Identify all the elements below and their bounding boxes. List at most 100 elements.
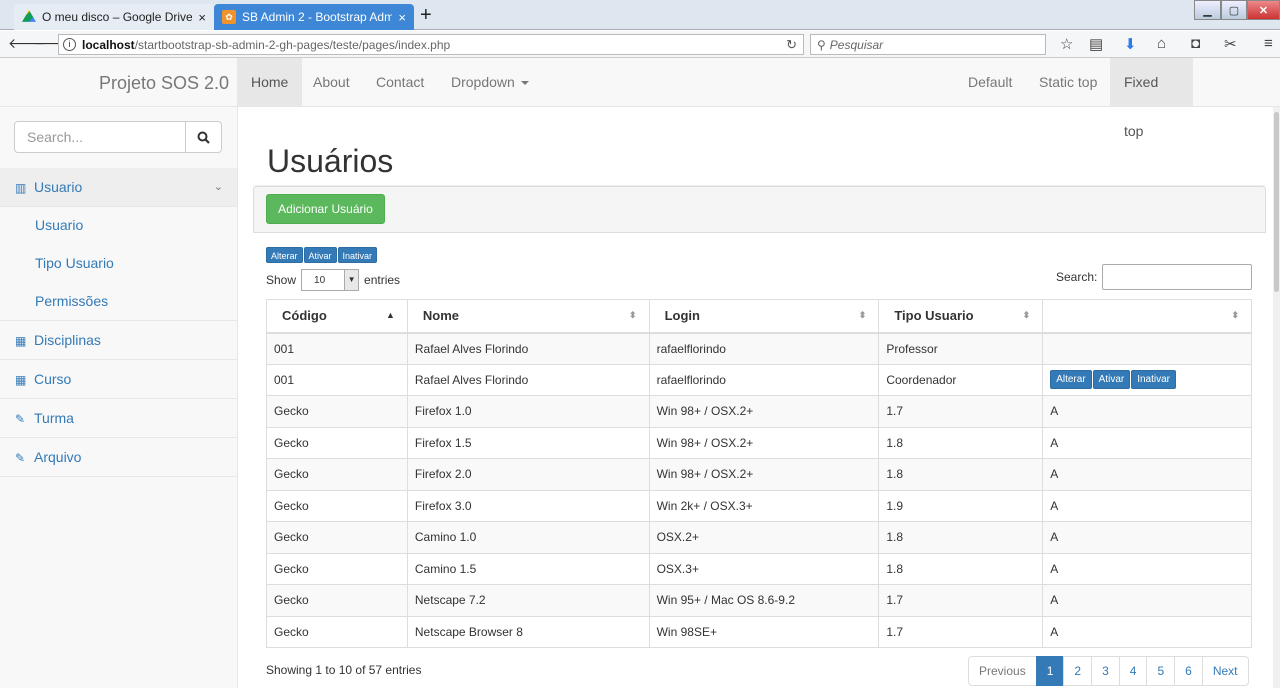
sidebar-item-disciplinas[interactable]: ▦ Disciplinas: [0, 321, 237, 360]
column-header-actions[interactable]: ⬍: [1042, 299, 1252, 334]
extension-icon[interactable]: ✂: [1224, 35, 1237, 53]
table-row[interactable]: Gecko Firefox 2.0 Win 98+ / OSX.2+ 1.8 A: [266, 458, 1252, 491]
table-cell: 1.8: [878, 552, 1044, 585]
table-cell: rafaelflorindo: [648, 332, 880, 365]
sidebar-item-label: Usuario: [34, 179, 83, 195]
menu-icon[interactable]: ≡: [1264, 35, 1273, 52]
table-cell: A: [1042, 521, 1252, 554]
edit-icon: ✎: [15, 412, 26, 426]
sidebar-item-label: Curso: [34, 371, 72, 387]
table-cell: A: [1042, 552, 1252, 585]
sidebar-search-input[interactable]: Search...: [14, 121, 186, 153]
brand[interactable]: Projeto SOS 2.0: [99, 73, 229, 94]
sidebar-subitem-tipo-usuario[interactable]: Tipo Usuario: [0, 244, 237, 283]
entries-length-control: Show 10 ▼ entries: [266, 269, 400, 291]
table-cell: Win 2k+ / OSX.3+: [648, 489, 880, 522]
ativar-row-button[interactable]: Ativar: [1092, 370, 1131, 390]
sidebar-subitem-permissoes[interactable]: Permissões: [0, 282, 237, 321]
table-cell: rafaelflorindo: [648, 363, 880, 396]
table-row[interactable]: Gecko Camino 1.5 OSX.3+ 1.8 A: [266, 552, 1252, 585]
table-row[interactable]: Gecko Netscape 7.2 Win 95+ / Mac OS 8.6-9.…: [266, 584, 1252, 617]
search-icon: [197, 131, 210, 144]
new-tab-button[interactable]: +: [420, 4, 432, 26]
table-row[interactable]: 001 Rafael Alves Florindo rafaelflorindo Pr…: [266, 332, 1252, 365]
sidebar-item-usuario[interactable]: ▥ Usuario ⌄: [0, 168, 237, 207]
home-icon[interactable]: ⌂: [1157, 35, 1166, 52]
alterar-button[interactable]: Alterar: [266, 247, 303, 263]
close-window-button[interactable]: ✕: [1247, 0, 1280, 20]
reading-list-icon[interactable]: ▤: [1089, 35, 1103, 53]
page-button[interactable]: 3: [1091, 656, 1120, 686]
close-tab-icon[interactable]: ×: [398, 10, 406, 25]
sidebar-item-turma[interactable]: ✎ Turma: [0, 399, 237, 438]
maximize-button[interactable]: ▢: [1221, 0, 1247, 20]
download-icon[interactable]: ⬇: [1124, 35, 1137, 53]
table-cell: Netscape Browser 8: [406, 615, 650, 648]
tab-google-drive[interactable]: O meu disco – Google Drive ×: [14, 4, 214, 30]
reload-icon[interactable]: ↻: [786, 37, 797, 53]
sidebar-item-arquivo[interactable]: ✎ Arquivo: [0, 438, 237, 477]
previous-page-button[interactable]: Previous: [968, 656, 1037, 686]
inativar-row-button[interactable]: Inativar: [1131, 370, 1177, 390]
table-cell: 1.7: [878, 395, 1044, 428]
tab-sb-admin[interactable]: ✿ SB Admin 2 - Bootstrap Adm ×: [214, 4, 414, 30]
browser-nav-bar: 🡐 🡒 i localhost /startbootstrap-sb-admin…: [0, 31, 1280, 58]
nav-dropdown[interactable]: Dropdown: [437, 58, 543, 107]
app-top-navbar: Projeto SOS 2.0 Home About Contact Dropd…: [0, 58, 1280, 139]
sidebar-subitem-usuario[interactable]: Usuario: [0, 206, 237, 245]
column-header-codigo[interactable]: Código ▲: [266, 299, 408, 334]
table-row[interactable]: Gecko Netscape Browser 8 Win 98SE+ 1.7 A: [266, 615, 1252, 648]
column-header-login[interactable]: Login ⬍: [648, 299, 880, 334]
nav-static-top[interactable]: Static top: [1025, 58, 1111, 107]
entries-select[interactable]: 10 ▼: [301, 269, 360, 291]
table-row[interactable]: Gecko Firefox 3.0 Win 2k+ / OSX.3+ 1.9 A: [266, 489, 1252, 522]
minimize-button[interactable]: ▁: [1194, 0, 1221, 20]
table-cell: Firefox 1.5: [406, 426, 650, 459]
sidebar-item-curso[interactable]: ▦ Curso: [0, 360, 237, 399]
page-button[interactable]: 4: [1118, 656, 1148, 686]
browser-search-placeholder: Pesquisar: [829, 37, 884, 52]
table-cell: Gecko: [266, 458, 408, 491]
pocket-icon[interactable]: ◘: [1191, 35, 1200, 52]
table-row[interactable]: 001 Rafael Alves Florindo rafaelflorindo Co…: [266, 363, 1252, 396]
table-row[interactable]: Gecko Firefox 1.5 Win 98+ / OSX.2+ 1.8 A: [266, 426, 1252, 459]
column-header-nome[interactable]: Nome ⬍: [406, 299, 650, 334]
browser-search-input[interactable]: ⚲ Pesquisar: [810, 34, 1046, 55]
add-user-button[interactable]: Adicionar Usuário: [266, 194, 385, 224]
page-button[interactable]: 2: [1063, 656, 1093, 686]
sort-asc-icon: ▲: [385, 310, 395, 320]
nav-default[interactable]: Default: [954, 58, 1026, 107]
ativar-button[interactable]: Ativar: [303, 247, 337, 263]
table-search-input[interactable]: [1102, 264, 1253, 290]
sidebar-search-button[interactable]: [186, 121, 222, 153]
nav-about[interactable]: About: [299, 58, 364, 107]
inativar-button[interactable]: Inativar: [337, 247, 378, 263]
url-path: /startbootstrap-sb-admin-2-gh-pages/test…: [134, 37, 451, 52]
scrollbar-thumb[interactable]: [1274, 112, 1279, 292]
url-bar[interactable]: i localhost /startbootstrap-sb-admin-2-g…: [58, 34, 804, 55]
table-cell: 1.7: [878, 615, 1044, 648]
page-button[interactable]: 5: [1146, 656, 1176, 686]
page-scrollbar[interactable]: [1273, 107, 1280, 688]
page-button[interactable]: 1: [1035, 656, 1065, 686]
table-cell: Rafael Alves Florindo: [406, 363, 650, 396]
table-info: Showing 1 to 10 of 57 entries: [266, 663, 422, 677]
table-cell: 1.8: [878, 458, 1044, 491]
info-icon[interactable]: i: [63, 38, 76, 51]
show-label: Show: [266, 273, 297, 287]
table-cell: Rafael Alves Florindo: [406, 332, 650, 365]
nav-contact[interactable]: Contact: [362, 58, 438, 107]
column-header-tipo-usuario[interactable]: Tipo Usuario ⬍: [878, 299, 1044, 334]
nav-fixed-top[interactable]: Fixed top: [1110, 58, 1193, 139]
alterar-row-button[interactable]: Alterar: [1050, 370, 1092, 390]
table-cell: 1.7: [878, 584, 1044, 617]
next-page-button[interactable]: Next: [1201, 656, 1249, 686]
nav-home[interactable]: Home: [237, 58, 303, 107]
edit-icon: ✎: [15, 451, 26, 465]
close-tab-icon[interactable]: ×: [198, 10, 206, 25]
table-cell: Gecko: [266, 426, 408, 459]
table-row[interactable]: Gecko Firefox 1.0 Win 98+ / OSX.2+ 1.7 A: [266, 395, 1252, 428]
page-button[interactable]: 6: [1174, 656, 1203, 686]
star-icon[interactable]: ☆: [1060, 35, 1073, 53]
table-row[interactable]: Gecko Camino 1.0 OSX.2+ 1.8 A: [266, 521, 1252, 554]
